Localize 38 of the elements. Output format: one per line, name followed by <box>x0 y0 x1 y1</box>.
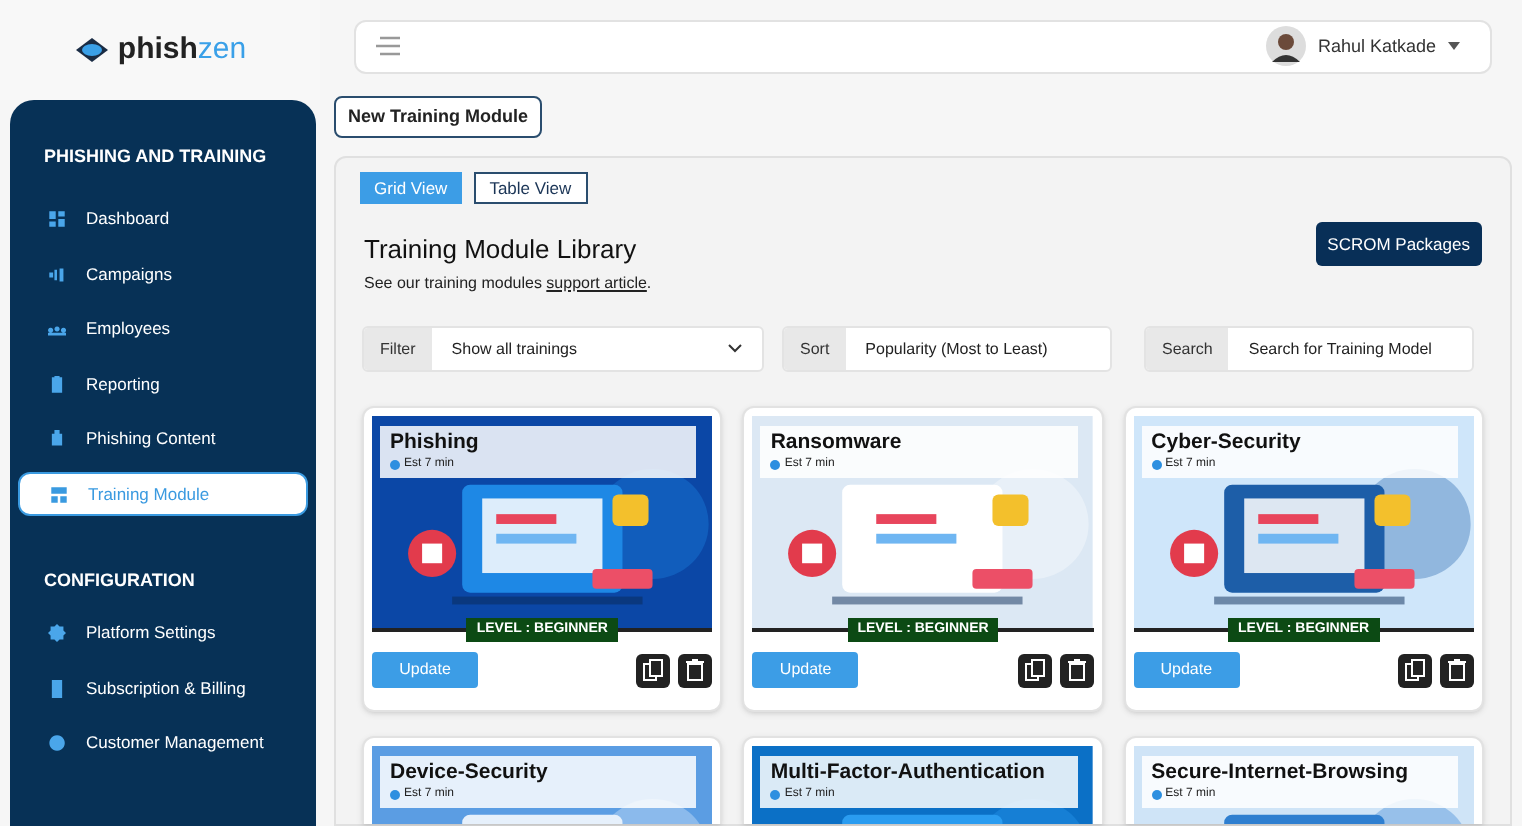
section-heading: CONFIGURATION <box>42 568 197 594</box>
delete-icon[interactable] <box>678 653 713 687</box>
module-icon <box>50 485 68 503</box>
menu-icon[interactable] <box>376 36 404 57</box>
module-title: Multi-Factor-Authentication <box>770 760 1047 786</box>
module-title: Secure-Internet-Browsing <box>1151 760 1411 786</box>
copy-icon[interactable] <box>636 653 671 687</box>
sidebar-item[interactable]: Campaigns <box>18 252 308 296</box>
sidebar-item[interactable]: Dashboard <box>18 197 308 241</box>
support-link[interactable]: support article <box>546 274 647 292</box>
module-title: Ransomware <box>770 430 904 456</box>
sidebar-item[interactable]: Platform Settings <box>18 611 308 655</box>
library-title: Training Module Library <box>364 234 639 266</box>
view-tab[interactable]: Table View <box>473 172 588 204</box>
delete-icon[interactable] <box>1439 653 1474 687</box>
user-name[interactable]: Rahul Katkade <box>1317 33 1436 61</box>
sidebar-item[interactable]: Phishing Content <box>18 417 308 461</box>
sidebar-item[interactable]: Reporting <box>18 362 308 406</box>
module-title: Phishing <box>390 430 481 456</box>
caret-icon[interactable] <box>1448 42 1460 51</box>
gear-icon <box>48 624 66 642</box>
logo-text: phishzen <box>117 29 247 70</box>
copy-icon[interactable] <box>1397 653 1432 687</box>
delete-icon[interactable] <box>1059 653 1094 687</box>
module-title: Cyber-Security <box>1151 430 1303 456</box>
logo-icon <box>73 36 110 64</box>
module-title: Device-Security <box>390 760 550 786</box>
avatar[interactable] <box>1265 26 1306 67</box>
sidebar-item[interactable]: Employees <box>18 307 308 351</box>
sidebar-item[interactable]: Customer Management <box>18 721 308 765</box>
section-heading: PHISHING AND TRAINING <box>42 144 269 170</box>
dashboard-icon <box>48 210 66 228</box>
copy-icon[interactable] <box>1017 653 1052 687</box>
bar-chart-icon <box>48 265 66 283</box>
new-training-module-button[interactable]: New Training Module <box>334 96 543 138</box>
scorm-packages-button[interactable]: SCROM Packages <box>1315 222 1482 266</box>
sidebar-item[interactable]: Subscription & Billing <box>18 666 308 710</box>
library-subtitle: See our training modules support article. <box>364 272 652 296</box>
